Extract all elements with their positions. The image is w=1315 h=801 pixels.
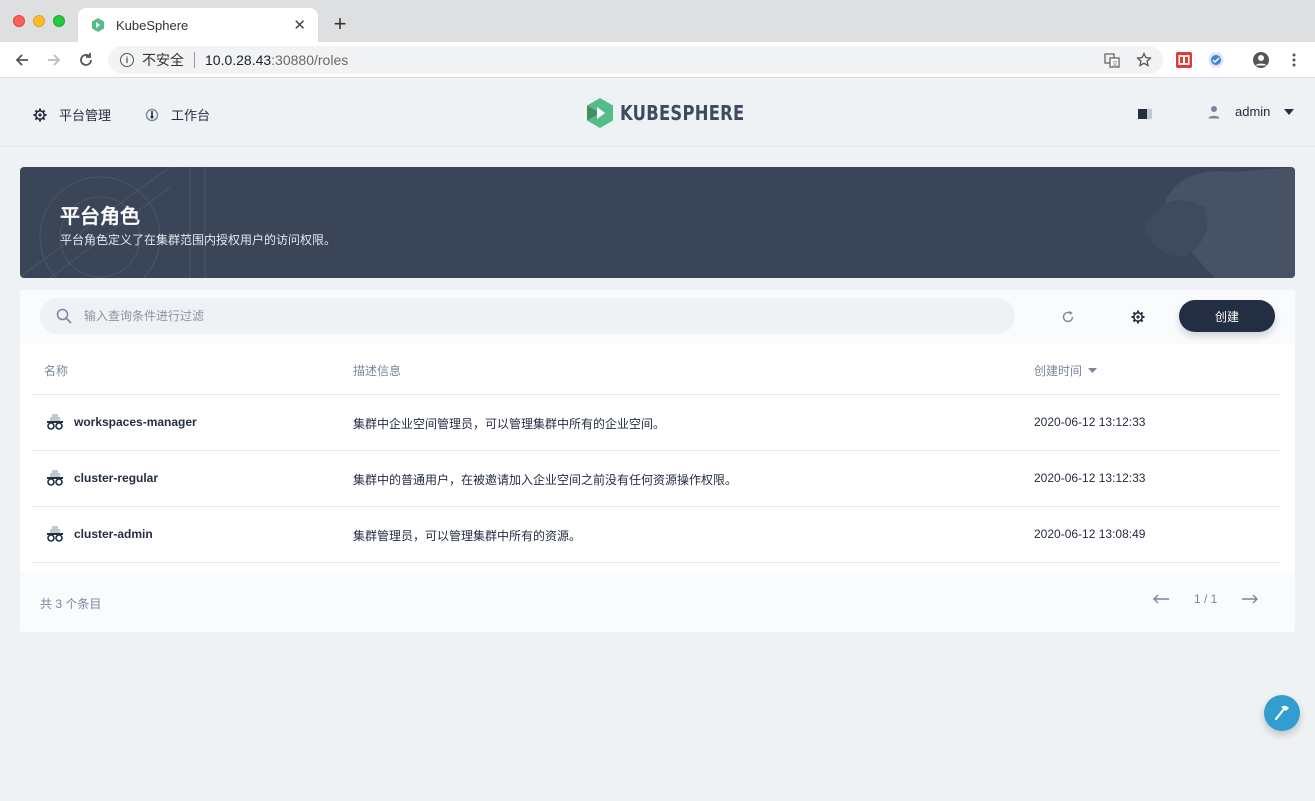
address-bar[interactable]: i 不安全 10.0.28.43:30880/roles	[108, 46, 1163, 74]
theme-toggle-button[interactable]	[1138, 109, 1152, 119]
gear-icon	[1131, 310, 1145, 324]
settings-button[interactable]	[1129, 308, 1147, 326]
profile-icon[interactable]	[1252, 51, 1270, 69]
username: admin	[1235, 104, 1271, 119]
create-button[interactable]: 创建	[1179, 300, 1275, 332]
role-created-time: 2020-06-12 13:08:49	[1034, 527, 1146, 541]
role-icon	[47, 414, 63, 430]
url-path: :30880/roles	[271, 52, 349, 68]
info-icon[interactable]: i	[120, 53, 134, 67]
compass-icon	[145, 108, 159, 121]
reload-button[interactable]	[75, 49, 97, 71]
user-icon	[1208, 105, 1220, 118]
back-button[interactable]	[11, 49, 33, 71]
tab-title: KubeSphere	[116, 17, 189, 33]
window-maximize-button[interactable]	[53, 15, 65, 27]
reload-icon	[80, 53, 92, 66]
extension-icon[interactable]	[1207, 51, 1225, 69]
column-description: 描述信息	[353, 364, 402, 378]
caret-down-icon	[1284, 108, 1295, 115]
role-icon	[47, 526, 63, 542]
theme-toggle-icon	[1138, 109, 1152, 119]
role-name-cell[interactable]: cluster-admin	[46, 525, 153, 543]
search-input[interactable]	[84, 309, 984, 323]
refresh-icon	[1062, 311, 1074, 323]
search-box[interactable]	[40, 298, 1015, 334]
table-header: 名称 描述信息 创建时间	[20, 344, 1295, 396]
nav-workbench[interactable]: 工作台	[145, 105, 210, 124]
app-header: 平台管理 工作台 KUBESPHERE admin	[0, 79, 1315, 147]
roles-table-card: 创建 名称 描述信息 创建时间 workspaces-manager 集群中企业…	[20, 290, 1295, 632]
fe-extension-icon[interactable]	[1175, 51, 1193, 69]
total-count: 共 3 个条目	[40, 597, 102, 611]
table-bottom-divider	[32, 562, 1280, 563]
role-name-cell[interactable]: workspaces-manager	[46, 413, 197, 431]
toolbox-button[interactable]	[1264, 695, 1300, 731]
nav-workbench-label: 工作台	[171, 108, 211, 123]
page-indicator: 1 / 1	[1194, 592, 1218, 606]
prev-page-icon[interactable]	[1152, 594, 1170, 604]
table-row[interactable]: cluster-regular 集群中的普通用户，在被邀请加入企业空间之前没有任…	[32, 450, 1280, 506]
refresh-button[interactable]	[1059, 308, 1077, 326]
role-name: workspaces-manager	[74, 415, 197, 429]
role-description: 集群中的普通用户，在被邀请加入企业空间之前没有任何资源操作权限。	[353, 473, 738, 487]
role-name: cluster-regular	[74, 471, 159, 485]
kubesphere-logo-icon	[587, 98, 613, 128]
nav-platform-label: 平台管理	[59, 108, 112, 123]
window-close-button[interactable]	[13, 15, 25, 27]
translate-icon[interactable]: 文	[1103, 51, 1121, 69]
table-footer: 共 3 个条目 1 / 1	[20, 572, 1295, 632]
forward-button[interactable]	[43, 49, 65, 71]
sort-caret-down-icon	[1088, 368, 1098, 373]
browser-toolbar: i 不安全 10.0.28.43:30880/roles 文	[0, 42, 1315, 78]
svg-text:文: 文	[1112, 60, 1118, 68]
browser-tab[interactable]: KubeSphere ✕	[78, 8, 318, 42]
pagination: 1 / 1	[1152, 592, 1259, 606]
more-menu-icon[interactable]	[1285, 51, 1303, 69]
bookmark-star-icon[interactable]	[1135, 51, 1153, 69]
role-name-cell[interactable]: cluster-regular	[46, 469, 158, 487]
role-icon	[47, 470, 63, 486]
table-row[interactable]: workspaces-manager 集群中企业空间管理员，可以管理集群中所有的…	[32, 394, 1280, 450]
banner-decoration-right	[1145, 167, 1295, 278]
url-host: 10.0.28.43	[205, 52, 272, 68]
arrow-right-icon	[48, 54, 61, 66]
table-row[interactable]: cluster-admin 集群管理员，可以管理集群中所有的资源。 2020-0…	[32, 506, 1280, 562]
new-tab-button[interactable]: +	[330, 12, 350, 36]
filter-bar: 创建	[20, 290, 1295, 344]
tab-close-icon[interactable]: ✕	[293, 16, 306, 34]
column-created: 创建时间	[1034, 364, 1083, 378]
window-minimize-button[interactable]	[33, 15, 45, 27]
role-created-time: 2020-06-12 13:12:33	[1034, 471, 1146, 485]
column-created-sort[interactable]: 创建时间	[1034, 362, 1098, 379]
browser-tab-bar: KubeSphere ✕ +	[0, 0, 1315, 42]
role-description: 集群管理员，可以管理集群中所有的资源。	[353, 529, 582, 543]
kubesphere-favicon-icon	[92, 18, 104, 32]
security-label: 不安全	[142, 52, 184, 68]
arrow-left-icon	[15, 54, 28, 66]
logo-text: KUBESPHERE	[620, 101, 745, 125]
address-separator	[194, 52, 195, 68]
gear-icon	[33, 108, 47, 121]
role-name: cluster-admin	[74, 527, 153, 541]
role-description: 集群中企业空间管理员，可以管理集群中所有的企业空间。	[353, 417, 666, 431]
nav-platform-management[interactable]: 平台管理	[33, 105, 111, 124]
column-name: 名称	[44, 364, 69, 378]
page-banner: 平台角色 平台角色定义了在集群范围内授权用户的访问权限。	[20, 167, 1295, 278]
search-icon	[56, 308, 72, 324]
page-title: 平台角色	[60, 206, 140, 228]
role-created-time: 2020-06-12 13:12:33	[1034, 415, 1146, 429]
page-description: 平台角色定义了在集群范围内授权用户的访问权限。	[60, 233, 337, 247]
hammer-icon	[1274, 705, 1289, 721]
next-page-icon[interactable]	[1241, 594, 1259, 604]
kubesphere-logo[interactable]: KUBESPHERE	[586, 98, 772, 128]
user-menu[interactable]: admin	[1207, 104, 1295, 119]
